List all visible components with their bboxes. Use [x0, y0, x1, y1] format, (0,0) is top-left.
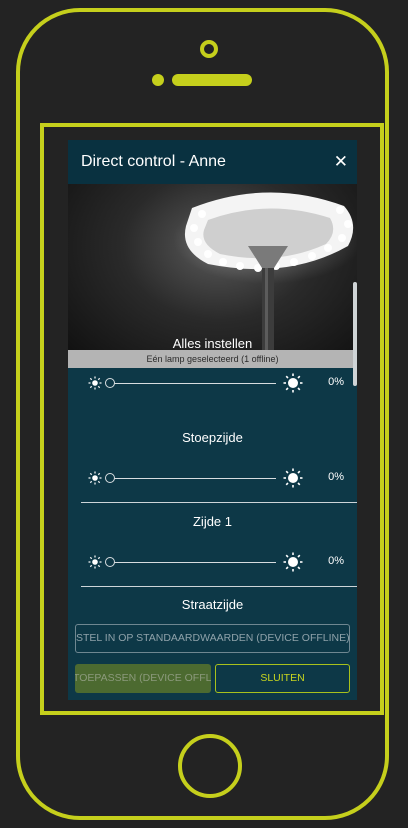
slider-thumb[interactable] — [105, 473, 115, 483]
section-title-stoepzijde: Stoepzijde — [182, 430, 243, 445]
direct-control-dialog: Direct control - Anne ✕ Eén lamp geselec… — [68, 140, 357, 700]
close-icon[interactable]: ✕ — [334, 152, 348, 172]
apply-button[interactable]: TOEPASSEN (DEVICE OFFLINE) — [75, 664, 211, 693]
slider-value: 0% — [328, 555, 344, 567]
slider-value: 0% — [328, 376, 344, 388]
section-title-zijde-1: Zijde 1 — [192, 514, 233, 529]
set-defaults-button[interactable]: STEL IN OP STANDAARDWAARDEN (DEVICE OFFL… — [75, 624, 350, 653]
sun-high-icon — [283, 373, 303, 393]
slider-thumb[interactable] — [105, 557, 115, 567]
home-button[interactable] — [178, 734, 242, 798]
sun-high-icon — [283, 468, 303, 488]
dialog-header: Direct control - Anne ✕ — [68, 140, 357, 184]
slider-track[interactable] — [110, 383, 276, 384]
slider-thumb[interactable] — [105, 378, 115, 388]
section-title-alles-instellen: Alles instellen — [172, 336, 253, 351]
speaker-icon — [172, 74, 252, 86]
close-button[interactable]: SLUITEN — [215, 664, 350, 693]
slider-value: 0% — [328, 471, 344, 483]
sun-low-icon — [88, 471, 102, 485]
slider-track[interactable] — [110, 562, 276, 563]
slider-alles-instellen[interactable]: 0% — [68, 373, 357, 395]
divider — [81, 502, 357, 503]
slider-track[interactable] — [110, 478, 276, 479]
slider-stoepzijde[interactable]: 0% — [68, 468, 357, 490]
section-title-straatzijde: Straatzijde — [181, 597, 244, 612]
dialog-title: Direct control - Anne — [81, 153, 226, 170]
scrollbar[interactable] — [353, 282, 357, 386]
sensor-dot — [152, 74, 164, 86]
camera-icon — [200, 40, 218, 58]
sun-high-icon — [283, 552, 303, 572]
sun-low-icon — [88, 376, 102, 390]
sun-low-icon — [88, 555, 102, 569]
selection-caption: Eén lamp geselecteerd (1 offline) — [68, 350, 357, 368]
slider-zijde-1[interactable]: 0% — [68, 552, 357, 574]
divider — [81, 586, 357, 587]
